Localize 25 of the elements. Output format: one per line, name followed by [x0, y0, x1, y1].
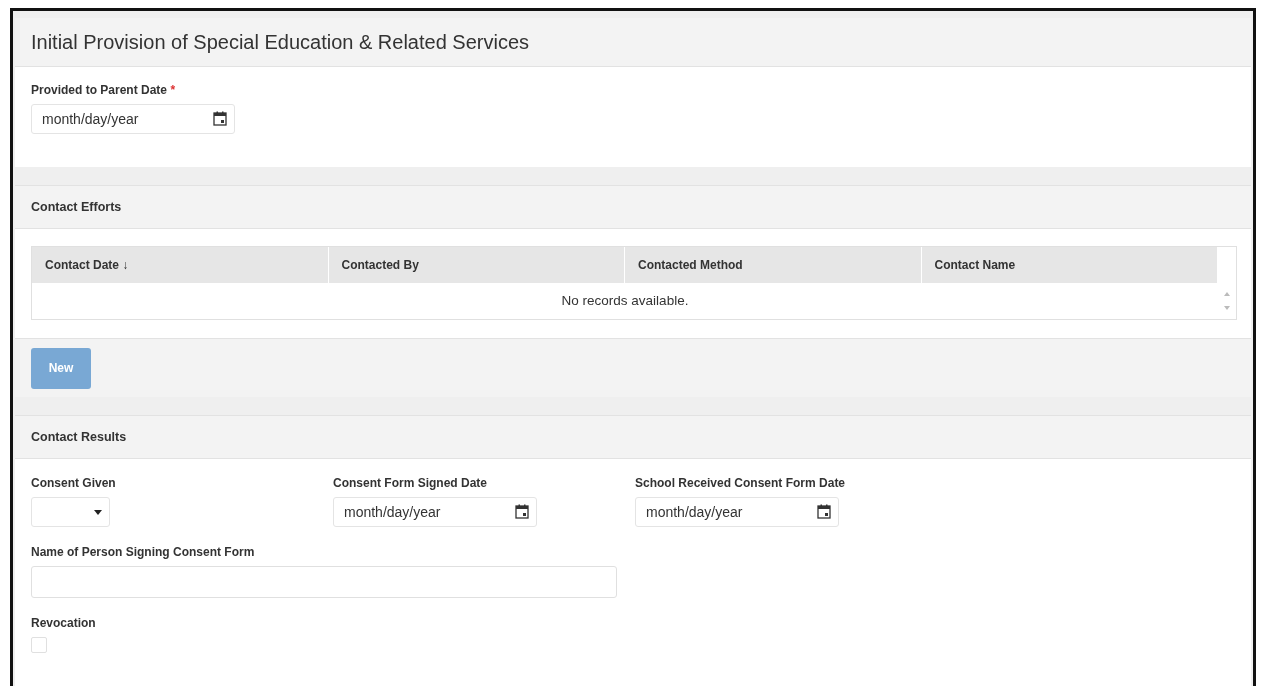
field-label: Name of Person Signing Consent Form: [31, 545, 255, 559]
calendar-icon[interactable]: [213, 111, 227, 126]
empty-message: No records available.: [560, 292, 690, 310]
column-header[interactable]: Contact Name: [921, 247, 1218, 283]
column-header[interactable]: Contact Date ↓: [32, 247, 329, 283]
section-title: Contact Results: [31, 430, 127, 444]
field-label: Provided to Parent Date: [31, 83, 168, 97]
consent-dropdown[interactable]: [31, 497, 110, 527]
field-label: Revocation: [31, 616, 96, 630]
calendar-icon[interactable]: [515, 504, 529, 519]
field-label: School Received Consent Form Date: [635, 476, 846, 490]
field-label: Consent Form Signed Date: [333, 476, 487, 490]
revocation-checkbox[interactable]: [31, 637, 47, 653]
required-mark: *: [170, 83, 176, 97]
caret-icon: [94, 509, 102, 515]
date-field[interactable]: month/day/year: [635, 497, 839, 527]
date-field[interactable]: month/day/year: [31, 104, 235, 134]
column-header[interactable]: Contacted Method: [625, 247, 922, 283]
page-title: Initial Provision of Special Education & Related Services: [31, 30, 530, 54]
calendar-icon[interactable]: [817, 504, 831, 519]
section-title: Contact Efforts: [31, 200, 122, 214]
name-field[interactable]: [31, 566, 617, 598]
column-header[interactable]: Contacted By: [328, 247, 625, 283]
field-label: Consent Given: [31, 476, 116, 490]
date-field[interactable]: month/day/year: [333, 497, 537, 527]
